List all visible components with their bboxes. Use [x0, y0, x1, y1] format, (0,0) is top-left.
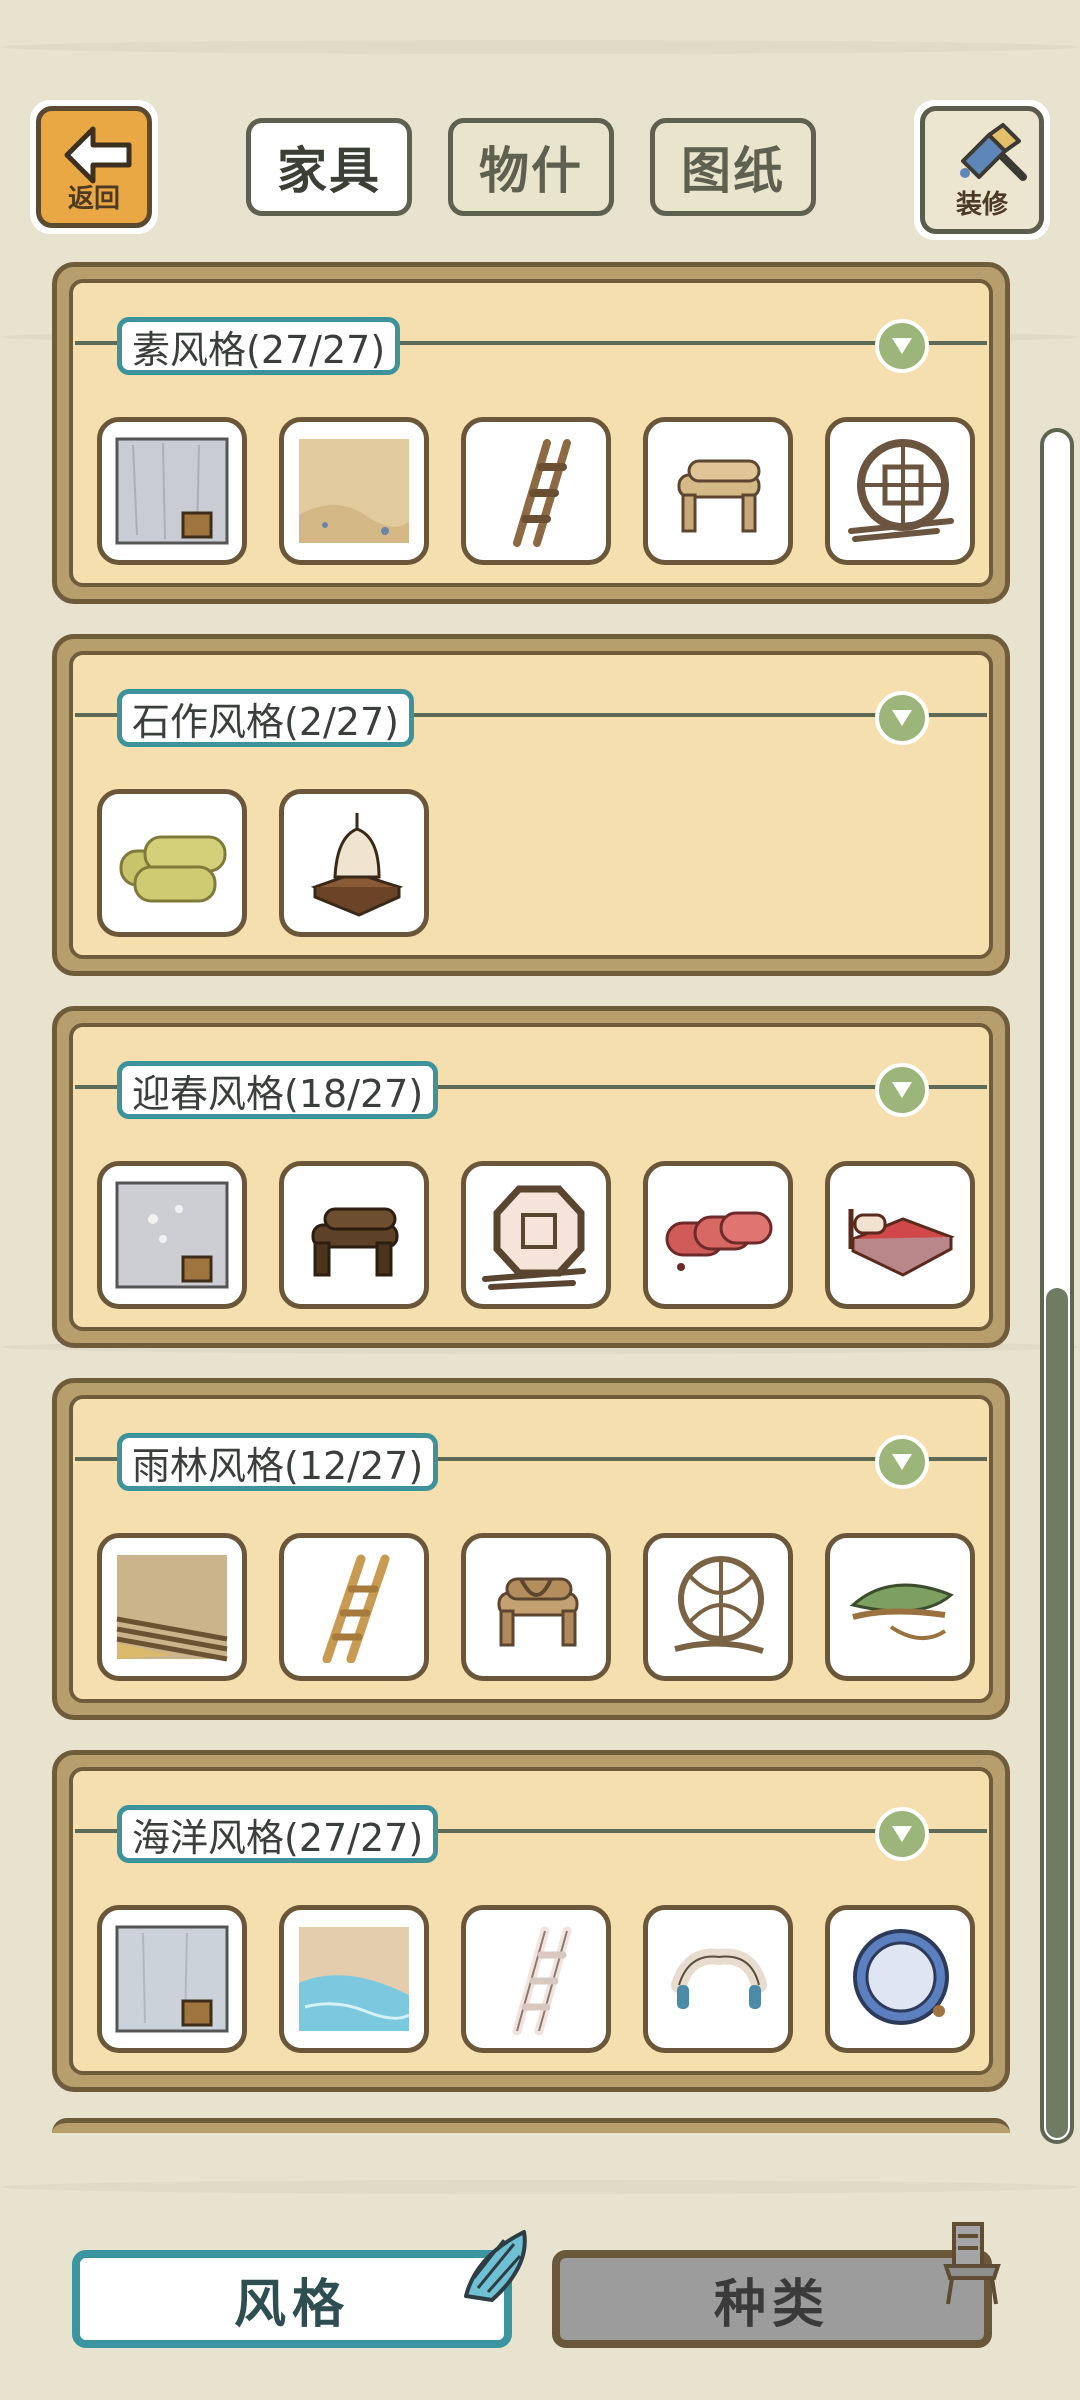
furniture-item-round-window[interactable]	[825, 417, 975, 565]
tab-blueprints[interactable]: 图纸	[650, 118, 816, 216]
furniture-item-porthole[interactable]	[825, 1905, 975, 2053]
triangle-down-icon	[892, 1454, 912, 1470]
scrollbar[interactable]	[1040, 428, 1074, 2144]
chair-icon	[943, 2222, 1001, 2305]
style-panel-stone: 石作风格(2/27)	[52, 634, 1010, 976]
furniture-item-ocean-wall[interactable]	[97, 1905, 247, 2053]
style-panel-rainforest: 雨林风格(12/27)	[52, 1378, 1010, 1720]
furniture-item-white-ladder[interactable]	[461, 1905, 611, 2053]
style-panel-spring: 迎春风格(18/27)	[52, 1006, 1010, 1348]
decorate-label: 装修	[955, 190, 1008, 220]
panel-title: 雨林风格(12/27)	[117, 1433, 439, 1491]
paint-brush-icon	[960, 123, 1027, 181]
type-filter-button[interactable]: 种类	[552, 2250, 992, 2348]
furniture-item-vine-ball[interactable]	[643, 1533, 793, 1681]
furniture-item-straw-rolls[interactable]	[97, 789, 247, 937]
furniture-item-rainforest-floor[interactable]	[97, 1533, 247, 1681]
furniture-item-stone-lantern[interactable]	[279, 789, 429, 937]
tab-objects[interactable]: 物什	[448, 118, 614, 216]
furniture-item-sand-floor[interactable]	[279, 417, 429, 565]
scrollbar-thumb[interactable]	[1046, 1288, 1068, 2138]
furniture-item-red-rolls[interactable]	[643, 1161, 793, 1309]
tab-furniture[interactable]: 家具	[246, 118, 412, 216]
panel-title: 石作风格(2/27)	[117, 689, 414, 747]
panel-title: 迎春风格(18/27)	[117, 1061, 439, 1119]
expand-button[interactable]	[875, 691, 929, 745]
triangle-down-icon	[892, 338, 912, 354]
expand-button[interactable]	[875, 1435, 929, 1489]
furniture-item-wooden-ladder[interactable]	[461, 417, 611, 565]
furniture-item-octagon-window[interactable]	[461, 1161, 611, 1309]
furniture-item-plain-wall[interactable]	[97, 417, 247, 565]
furniture-item-ocean-floor[interactable]	[279, 1905, 429, 2053]
style-panel-plain: 素风格(27/27)	[52, 262, 1010, 604]
triangle-down-icon	[892, 710, 912, 726]
triangle-down-icon	[892, 1082, 912, 1098]
next-panel-edge	[52, 2118, 1010, 2133]
panel-title: 素风格(27/27)	[117, 317, 401, 375]
furniture-item-red-bed[interactable]	[825, 1161, 975, 1309]
furniture-item-dark-log-bench[interactable]	[279, 1161, 429, 1309]
furniture-item-bamboo-ladder[interactable]	[279, 1533, 429, 1681]
back-button[interactable]: 返回	[30, 100, 158, 234]
expand-button[interactable]	[875, 319, 929, 373]
expand-button[interactable]	[875, 1063, 929, 1117]
arrow-left-icon	[64, 126, 132, 184]
style-panel-ocean: 海洋风格(27/27)	[52, 1750, 1010, 2092]
panel-title: 海洋风格(27/27)	[117, 1805, 439, 1863]
expand-button[interactable]	[875, 1807, 929, 1861]
furniture-item-leaf-hammock[interactable]	[825, 1533, 975, 1681]
furniture-item-rope-log-bench[interactable]	[461, 1533, 611, 1681]
furniture-item-coral-bench[interactable]	[643, 1905, 793, 2053]
triangle-down-icon	[892, 1826, 912, 1842]
decorate-button[interactable]: 装修	[914, 100, 1050, 240]
furniture-item-log-bench[interactable]	[643, 417, 793, 565]
furniture-item-spring-wall[interactable]	[97, 1161, 247, 1309]
back-label: 返回	[67, 184, 120, 214]
shell-icon	[464, 2230, 527, 2302]
style-filter-button[interactable]: 风格	[72, 2250, 512, 2348]
